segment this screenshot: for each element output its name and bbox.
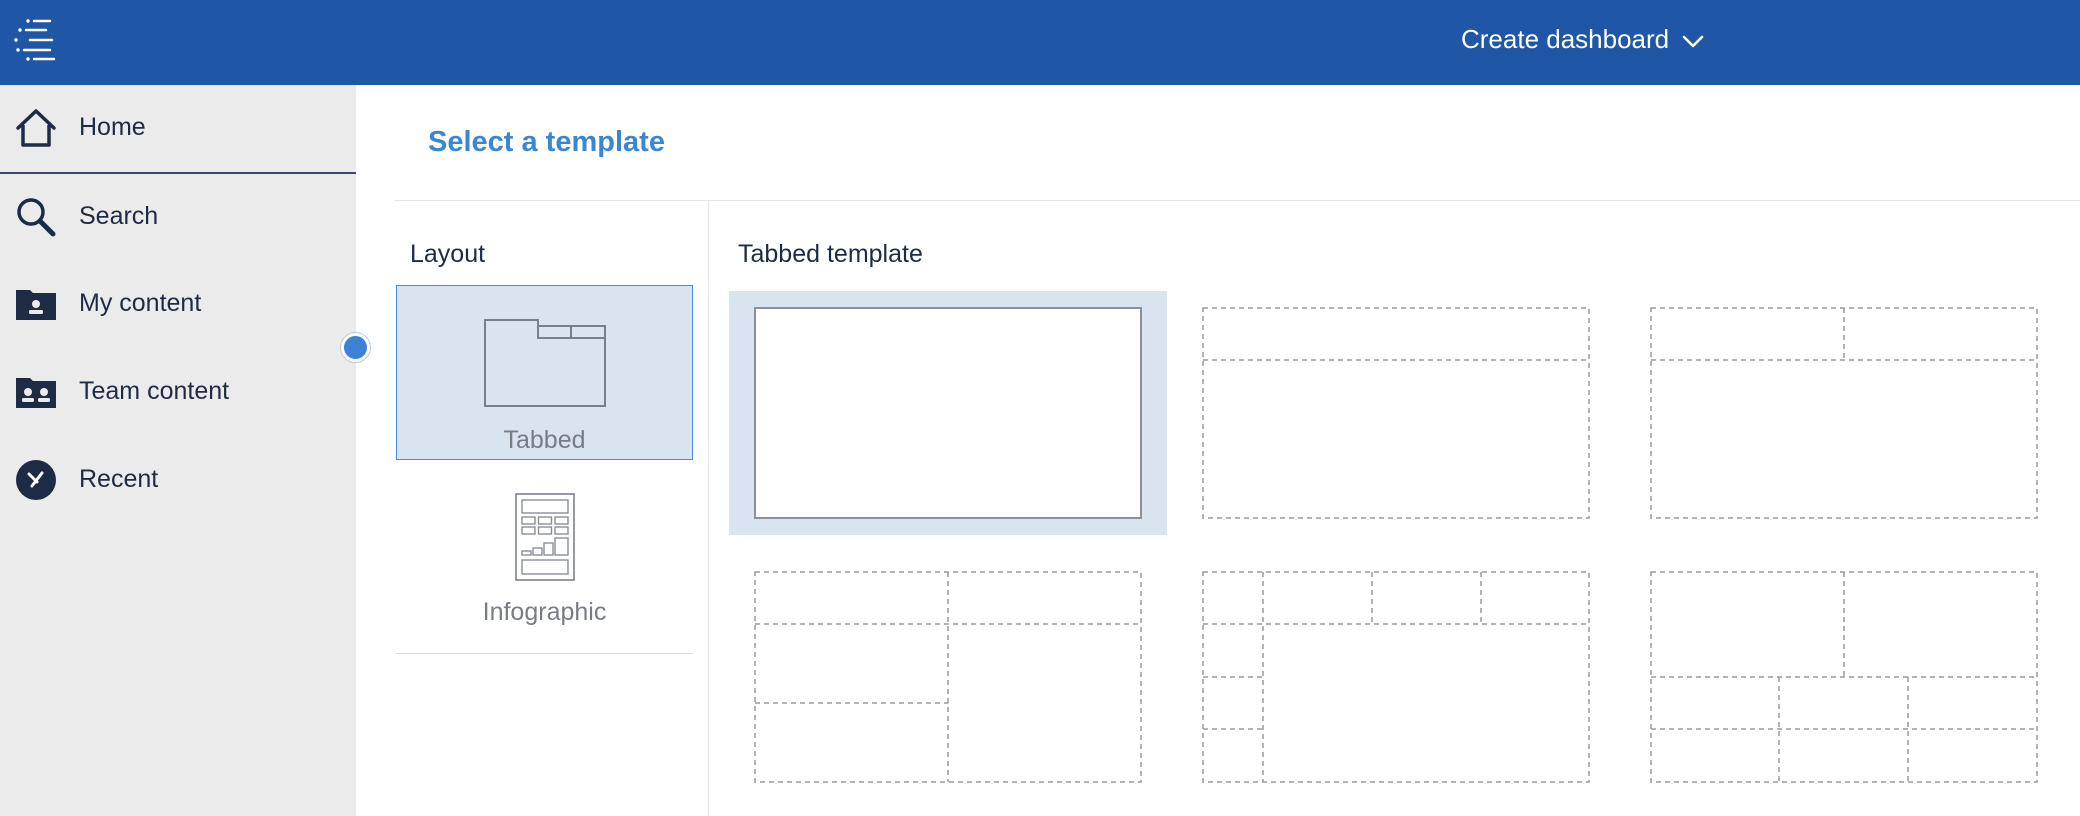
sidebar-item-home[interactable]: Home: [0, 85, 356, 174]
create-dashboard-label: Create dashboard: [1461, 24, 1670, 54]
sidebar-resize-handle[interactable]: [341, 333, 370, 362]
template-sidebar-grid[interactable]: [1177, 555, 1615, 799]
team-content-icon: [16, 378, 56, 408]
template-preview: [754, 571, 1142, 783]
template-split-grid[interactable]: [729, 555, 1167, 799]
layout-option-infographic[interactable]: Infographic: [396, 480, 693, 630]
home-icon: [16, 109, 56, 147]
template-header-body[interactable]: [1177, 291, 1615, 535]
layout-option-label: Infographic: [482, 598, 607, 626]
search-icon: [17, 198, 56, 237]
page-title: Select a template: [428, 126, 665, 158]
template-preview: [1202, 571, 1590, 783]
my-content-icon: [16, 290, 56, 320]
template-preview: [1650, 571, 2038, 783]
chevron-down-icon: [1682, 35, 1704, 48]
sidebar-item-label: Team content: [79, 377, 230, 405]
sidebar-item-recent[interactable]: Recent: [0, 437, 356, 523]
template-preview: [754, 307, 1142, 519]
recent-icon: [16, 460, 56, 500]
layout-option-tabbed[interactable]: Tabbed: [396, 285, 693, 460]
template-preview: [1650, 307, 2038, 519]
sidebar-item-search[interactable]: Search: [0, 174, 356, 260]
infographic-layout-icon: [514, 493, 575, 581]
divider: [708, 201, 709, 816]
template-complex-grid[interactable]: [1625, 555, 2063, 799]
sidebar-item-label: Home: [79, 113, 146, 141]
top-bar: Create dashboard: [0, 0, 2080, 85]
sidebar: Home Search My content Team content Rece…: [0, 85, 356, 816]
layout-heading: Layout: [410, 240, 486, 268]
divider: [396, 653, 693, 654]
template-two-header-body[interactable]: [1625, 291, 2063, 535]
layout-option-label: Tabbed: [503, 426, 586, 454]
template-preview: [1202, 307, 1590, 519]
hamburger-menu-icon[interactable]: [10, 16, 60, 66]
create-dashboard-menu[interactable]: Create dashboard: [1440, 0, 1740, 85]
sidebar-item-label: Recent: [79, 465, 159, 493]
templates-heading: Tabbed template: [738, 240, 923, 268]
sidebar-item-my-content[interactable]: My content: [0, 261, 356, 347]
sidebar-item-label: Search: [79, 202, 159, 230]
sidebar-item-team-content[interactable]: Team content: [0, 349, 356, 435]
template-single-panel[interactable]: [729, 291, 1167, 535]
tabbed-layout-icon: [483, 319, 606, 407]
sidebar-item-label: My content: [79, 289, 202, 317]
divider: [394, 200, 2080, 201]
